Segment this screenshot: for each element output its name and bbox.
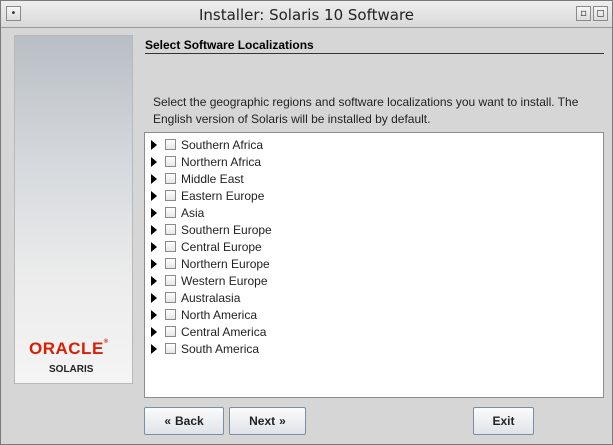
expand-arrow-icon[interactable] — [151, 224, 157, 235]
region-checkbox[interactable] — [165, 173, 176, 184]
region-label: Southern Africa — [181, 137, 264, 152]
region-label: North America — [181, 307, 258, 322]
tree-row[interactable]: South America — [145, 340, 259, 357]
tree-row[interactable]: Southern Africa — [145, 136, 263, 153]
solaris-product-label: SOLARIS — [49, 364, 94, 375]
region-label: Central Europe — [181, 239, 262, 254]
tree-row[interactable]: Australasia — [145, 289, 240, 306]
region-checkbox[interactable] — [165, 343, 176, 354]
tree-row[interactable]: Eastern Europe — [145, 187, 264, 204]
oracle-logo: ORACLE® — [29, 339, 109, 358]
exit-button[interactable]: Exit — [473, 407, 534, 435]
instructions-text: Select the geographic regions and softwa… — [153, 95, 579, 126]
region-checkbox[interactable] — [165, 309, 176, 320]
region-tree[interactable]: Southern Africa Northern Africa Middle Eas… — [144, 132, 604, 398]
expand-arrow-icon[interactable] — [151, 258, 157, 269]
expand-arrow-icon[interactable] — [151, 343, 157, 354]
tree-row[interactable]: Middle East — [145, 170, 244, 187]
region-label: Western Europe — [181, 273, 268, 288]
maximize-icon[interactable]: ◻ — [593, 6, 608, 21]
next-arrow-icon: » — [279, 414, 286, 428]
tree-row[interactable]: Western Europe — [145, 272, 268, 289]
back-button[interactable]: « Back — [144, 407, 224, 435]
region-checkbox[interactable] — [165, 292, 176, 303]
title-bar[interactable]: • Installer: Solaris 10 Software ▫ ◻ — [1, 1, 612, 28]
page-title: Select Software Localizations — [145, 38, 314, 52]
tree-row[interactable]: North America — [145, 306, 257, 323]
expand-arrow-icon[interactable] — [151, 156, 157, 167]
expand-arrow-icon[interactable] — [151, 275, 157, 286]
region-label: Southern Europe — [181, 222, 272, 237]
region-checkbox[interactable] — [165, 190, 176, 201]
tree-row[interactable]: Northern Africa — [145, 153, 261, 170]
region-label: Northern Europe — [181, 256, 270, 271]
minimize-icon[interactable]: ▫ — [576, 6, 591, 21]
region-label: Northern Africa — [181, 154, 262, 169]
region-checkbox[interactable] — [165, 258, 176, 269]
next-button-label: Next — [249, 414, 276, 428]
tree-row[interactable]: Central Europe — [145, 238, 262, 255]
region-checkbox[interactable] — [165, 241, 176, 252]
heading-divider — [145, 53, 604, 54]
expand-arrow-icon[interactable] — [151, 309, 157, 320]
expand-arrow-icon[interactable] — [151, 190, 157, 201]
expand-arrow-icon[interactable] — [151, 173, 157, 184]
branding-panel: ORACLE® SOLARIS — [14, 35, 133, 384]
expand-arrow-icon[interactable] — [151, 326, 157, 337]
expand-arrow-icon[interactable] — [151, 139, 157, 150]
installer-window: • Installer: Solaris 10 Software ▫ ◻ ORA… — [0, 0, 613, 445]
region-checkbox[interactable] — [165, 207, 176, 218]
expand-arrow-icon[interactable] — [151, 292, 157, 303]
window-title: Installer: Solaris 10 Software — [198, 6, 415, 24]
region-label: Asia — [181, 205, 205, 220]
region-checkbox[interactable] — [165, 275, 176, 286]
region-checkbox[interactable] — [165, 156, 176, 167]
region-checkbox[interactable] — [165, 139, 176, 150]
next-button[interactable]: Next » — [229, 407, 306, 435]
tree-row[interactable]: Asia — [145, 204, 204, 221]
expand-arrow-icon[interactable] — [151, 207, 157, 218]
expand-arrow-icon[interactable] — [151, 241, 157, 252]
back-button-label: Back — [175, 414, 204, 428]
region-label: Central America — [181, 324, 267, 339]
exit-button-label: Exit — [492, 414, 515, 428]
tree-row[interactable]: Northern Europe — [145, 255, 270, 272]
region-label: South America — [181, 341, 260, 356]
region-checkbox[interactable] — [165, 326, 176, 337]
region-label: Australasia — [181, 290, 241, 305]
region-label: Eastern Europe — [181, 188, 265, 203]
tree-row[interactable]: Southern Europe — [145, 221, 272, 238]
back-arrow-icon: « — [164, 414, 171, 428]
region-checkbox[interactable] — [165, 224, 176, 235]
region-label: Middle East — [181, 171, 244, 186]
tree-row[interactable]: Central America — [145, 323, 266, 340]
